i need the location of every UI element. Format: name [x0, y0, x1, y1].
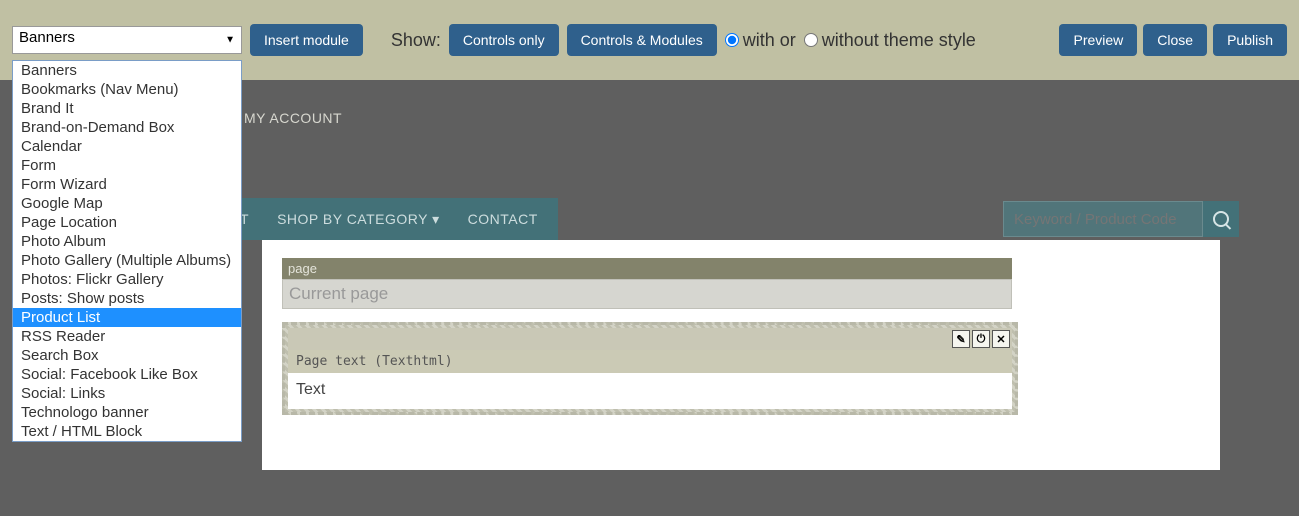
edit-icon[interactable]: ✎ [952, 330, 970, 348]
dropdown-item[interactable]: Bookmarks (Nav Menu) [13, 80, 241, 99]
dropdown-item[interactable]: Form Wizard [13, 175, 241, 194]
search-input[interactable] [1003, 201, 1203, 237]
current-page-label: Current page [282, 279, 1012, 309]
dropdown-item[interactable]: Product List [13, 308, 241, 327]
page-block: page Current page [282, 258, 1012, 309]
dropdown-item[interactable]: Photo Album [13, 232, 241, 251]
module-type-dropdown[interactable]: BannersBookmarks (Nav Menu)Brand ItBrand… [12, 60, 242, 442]
module-body[interactable]: Text [288, 373, 1012, 409]
search-icon [1213, 211, 1229, 227]
close-icon[interactable]: ✕ [992, 330, 1010, 348]
dropdown-item[interactable]: Brand-on-Demand Box [13, 118, 241, 137]
search-button[interactable] [1203, 201, 1239, 237]
nav-shop[interactable]: SHOP BY CATEGORY ▾ [277, 211, 440, 228]
without-theme-radio-input[interactable] [804, 33, 818, 47]
without-theme-radio[interactable]: without theme style [804, 30, 976, 51]
power-icon[interactable]: ⏻ [972, 330, 990, 348]
module-title: Page text (Texthtml) [288, 350, 1012, 373]
controls-modules-button[interactable]: Controls & Modules [567, 24, 717, 56]
chevron-down-icon: ▼ [225, 35, 235, 46]
module-type-select[interactable]: Banners ▼ [12, 26, 242, 54]
preview-button[interactable]: Preview [1059, 24, 1137, 56]
dropdown-item[interactable]: Text / HTML Block [13, 422, 241, 441]
dropdown-item[interactable]: Search Box [13, 346, 241, 365]
my-account-link[interactable]: MY ACCOUNT [244, 110, 342, 126]
dropdown-item[interactable]: Form [13, 156, 241, 175]
dropdown-item[interactable]: Photos: Flickr Gallery [13, 270, 241, 289]
dropdown-item[interactable]: Technologo banner [13, 403, 241, 422]
show-label: Show: [391, 30, 441, 51]
dropdown-item[interactable]: Calendar [13, 137, 241, 156]
insert-module-button[interactable]: Insert module [250, 24, 363, 56]
text-module-frame: ✎ ⏻ ✕ Page text (Texthtml) Text [282, 322, 1018, 415]
dropdown-item[interactable]: Social: Facebook Like Box [13, 365, 241, 384]
with-theme-radio[interactable]: with or [725, 30, 796, 51]
controls-only-button[interactable]: Controls only [449, 24, 559, 56]
close-button[interactable]: Close [1143, 24, 1207, 56]
dropdown-item[interactable]: Page Location [13, 213, 241, 232]
dropdown-item[interactable]: Google Map [13, 194, 241, 213]
page-section-header: page [282, 258, 1012, 279]
with-theme-radio-input[interactable] [725, 33, 739, 47]
dropdown-item[interactable]: Social: Links [13, 384, 241, 403]
dropdown-item[interactable]: Posts: Show posts [13, 289, 241, 308]
chevron-down-icon: ▾ [432, 211, 440, 227]
module-select-value: Banners [19, 29, 75, 46]
dropdown-item[interactable]: Banners [13, 61, 241, 80]
publish-button[interactable]: Publish [1213, 24, 1287, 56]
dropdown-item[interactable]: RSS Reader [13, 327, 241, 346]
dropdown-item[interactable]: Photo Gallery (Multiple Albums) [13, 251, 241, 270]
nav-contact[interactable]: CONTACT [468, 211, 538, 227]
dropdown-item[interactable]: Brand It [13, 99, 241, 118]
